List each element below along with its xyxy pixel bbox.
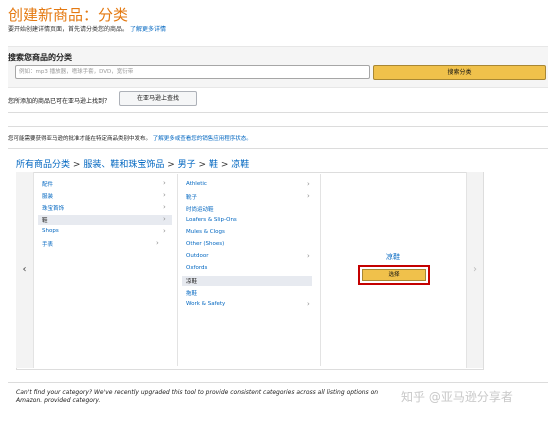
page-title: 创建新商品：分类 bbox=[8, 6, 129, 24]
find-on-amazon-button[interactable]: 在亚马逊上查找 bbox=[119, 91, 197, 106]
category-item-jewelry[interactable]: 珠宝首饰 bbox=[42, 204, 64, 212]
chevron-right-icon: › bbox=[163, 215, 166, 223]
category-help-note: Can't find your category? We've recently… bbox=[16, 389, 379, 404]
category-item-watches[interactable]: 手表 bbox=[42, 240, 53, 248]
breadcrumb-separator: > bbox=[198, 160, 207, 170]
breadcrumb-item-sandals[interactable]: 凉鞋 bbox=[231, 160, 249, 170]
breadcrumb-separator: > bbox=[167, 160, 175, 170]
chevron-right-icon: › bbox=[307, 252, 310, 260]
subcategory-item[interactable]: Other (Shoes) bbox=[186, 241, 224, 247]
category-search-input[interactable]: 例如：mp3 播放器，嗜球手套，DVD，宽衍带 bbox=[15, 65, 370, 79]
category-column-2: Athletic › 靴子 › 时尚运动鞋 Loafers & Slip-Ons… bbox=[178, 174, 321, 366]
category-item-shoes[interactable]: 鞋 bbox=[42, 216, 48, 224]
chevron-right-icon: › bbox=[307, 300, 310, 308]
subcategory-item[interactable]: Athletic bbox=[186, 181, 207, 187]
divider bbox=[8, 148, 548, 149]
chevron-right-icon: › bbox=[163, 191, 166, 199]
chevron-right-icon: › bbox=[307, 180, 310, 188]
selected-row-highlight bbox=[38, 215, 172, 225]
subcategory-item[interactable]: 拖鞋 bbox=[186, 289, 197, 297]
page-subtitle: 要开始创建详情页面，首先请分类您的商品。 了解更多详情 bbox=[8, 24, 166, 33]
subcategory-item[interactable]: 时尚运动鞋 bbox=[186, 205, 214, 213]
category-column-1: 配件 › 服装 › 珠宝首饰 › 鞋 › Shops › 手表 › bbox=[34, 174, 178, 366]
divider bbox=[8, 126, 548, 127]
search-label: 搜索您商品的分类 bbox=[8, 53, 72, 62]
selected-row-highlight bbox=[182, 276, 312, 286]
watermark: 知乎 @亚马逊分享者 bbox=[401, 390, 513, 404]
breadcrumb-item-men[interactable]: 男子 bbox=[178, 160, 196, 170]
category-item-shops[interactable]: Shops bbox=[42, 228, 59, 234]
chevron-right-icon: › bbox=[307, 192, 310, 200]
breadcrumb-separator: > bbox=[72, 160, 81, 170]
approval-info: 您可能需要获得亚马逊的批准才能在特定商品类别中发布。 了解更多或查看您的销售应用… bbox=[8, 134, 252, 142]
subcategory-item[interactable]: Outdoor bbox=[186, 253, 208, 259]
chevron-right-icon: › bbox=[163, 179, 166, 187]
subcategory-item[interactable]: Mules & Clogs bbox=[186, 229, 225, 235]
subcategory-item[interactable]: Work & Safety bbox=[186, 301, 225, 307]
subcategory-item[interactable]: Oxfords bbox=[186, 265, 207, 271]
chevron-right-icon: › bbox=[156, 239, 159, 247]
learn-more-link[interactable]: 了解更多详情 bbox=[130, 26, 166, 33]
search-category-button[interactable]: 搜索分类 bbox=[373, 65, 546, 80]
breadcrumb-separator: > bbox=[220, 160, 229, 170]
subtitle-text: 要开始创建详情页面，首先请分类您的商品。 bbox=[8, 26, 129, 33]
breadcrumb: 所有商品分类 > 服装、鞋和珠宝饰品 > 男子 > 鞋 > 凉鞋 bbox=[16, 157, 249, 170]
breadcrumb-item-shoes[interactable]: 鞋 bbox=[209, 160, 218, 170]
chevron-right-icon: › bbox=[163, 203, 166, 211]
existing-product-question: 您所添加的商品已可在亚马逊上找到？ bbox=[8, 98, 111, 105]
select-category-button[interactable]: 选择 bbox=[362, 269, 426, 281]
scroll-left-arrow-icon[interactable]: ‹ bbox=[16, 172, 34, 368]
approval-status-link[interactable]: 了解更多或查看您的销售应用程序状态。 bbox=[153, 136, 252, 142]
category-item-accessories[interactable]: 配件 bbox=[42, 180, 53, 188]
scroll-right-arrow-icon[interactable]: › bbox=[466, 172, 483, 368]
approval-text: 您可能需要获得亚马逊的批准才能在特定商品类别中发布。 bbox=[8, 136, 152, 142]
category-item-clothing[interactable]: 服装 bbox=[42, 192, 53, 200]
selected-category-title: 凉鞋 bbox=[386, 253, 400, 261]
subcategory-item[interactable]: 靴子 bbox=[186, 193, 197, 201]
divider bbox=[8, 112, 548, 113]
subcategory-item-sandals[interactable]: 凉鞋 bbox=[186, 277, 197, 285]
divider bbox=[8, 382, 548, 383]
breadcrumb-item-all[interactable]: 所有商品分类 bbox=[16, 160, 70, 170]
breadcrumb-item-apparel[interactable]: 服装、鞋和珠宝饰品 bbox=[83, 160, 164, 170]
chevron-right-icon: › bbox=[163, 227, 166, 235]
subcategory-item[interactable]: Loafers & Slip-Ons bbox=[186, 217, 237, 223]
